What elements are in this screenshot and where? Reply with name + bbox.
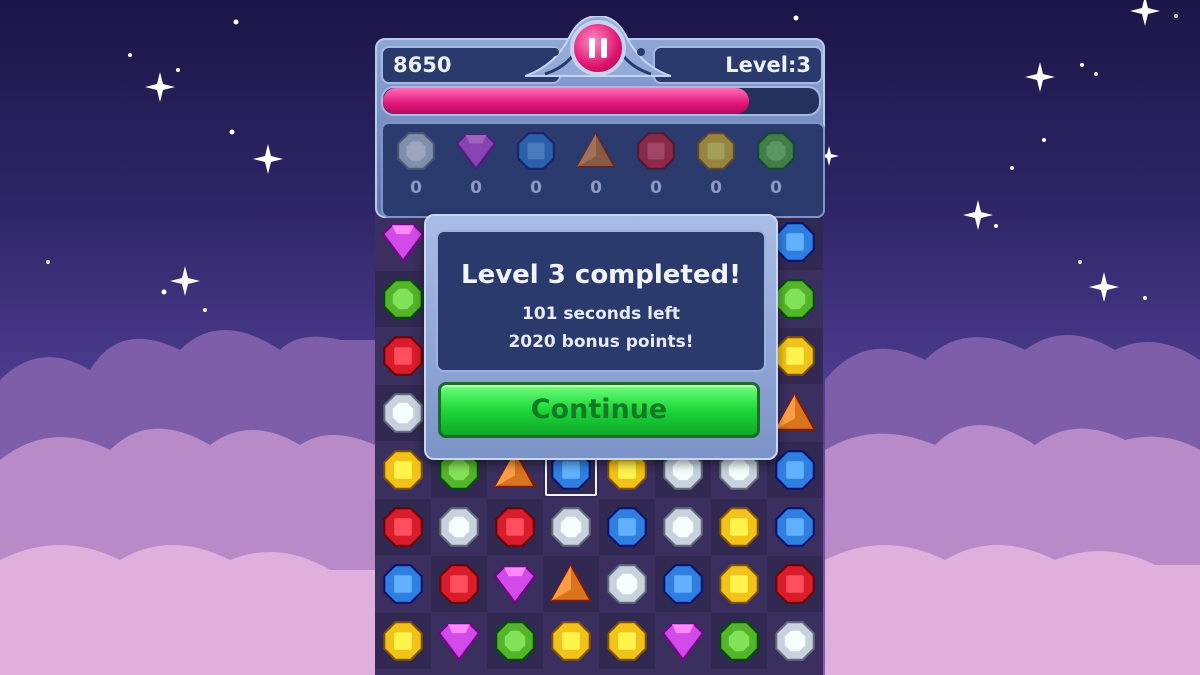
board-cell[interactable] [487, 613, 543, 669]
white-gem-icon [391, 130, 441, 172]
board-cell[interactable] [375, 499, 431, 555]
board-cell[interactable] [655, 499, 711, 555]
board-cell[interactable] [599, 556, 655, 612]
level-progress-bar [381, 86, 821, 116]
pause-icon [589, 38, 595, 58]
board-cell[interactable] [375, 271, 431, 327]
board-cell[interactable] [487, 499, 543, 555]
board-cell[interactable] [431, 613, 487, 669]
board-cell[interactable] [375, 214, 431, 270]
board-cell[interactable] [543, 499, 599, 555]
board-cell[interactable] [767, 499, 823, 555]
counter-green: 0 [751, 130, 801, 198]
counter-yellow: 0 [691, 130, 741, 198]
dialog-title: Level 3 completed! [461, 260, 741, 290]
counter-value: 0 [650, 178, 662, 198]
counter-value: 0 [710, 178, 722, 198]
red-gem-icon [631, 130, 681, 172]
board-cell[interactable] [375, 613, 431, 669]
blue-gem-icon [511, 130, 561, 172]
continue-button[interactable]: Continue [438, 382, 760, 438]
board-cell[interactable] [543, 613, 599, 669]
board-cell[interactable] [375, 385, 431, 441]
seconds-left-text: 101 seconds left [522, 304, 680, 324]
pause-button[interactable] [570, 20, 626, 76]
dialog-message-box: Level 3 completed! 101 seconds left 2020… [436, 230, 766, 372]
board-cell[interactable] [767, 556, 823, 612]
board-cell[interactable] [711, 556, 767, 612]
level-complete-dialog: Level 3 completed! 101 seconds left 2020… [424, 214, 778, 460]
board-cell[interactable] [431, 499, 487, 555]
board-cell[interactable] [711, 613, 767, 669]
board-cell[interactable] [655, 556, 711, 612]
counter-value: 0 [470, 178, 482, 198]
orange-gem-icon [571, 130, 621, 172]
board-cell[interactable] [487, 556, 543, 612]
yellow-gem-icon [691, 130, 741, 172]
bonus-points-text: 2020 bonus points! [508, 332, 694, 352]
counter-blue: 0 [511, 130, 561, 198]
board-cell[interactable] [599, 613, 655, 669]
board-cell[interactable] [375, 556, 431, 612]
board-cell[interactable] [655, 613, 711, 669]
board-cell[interactable] [711, 499, 767, 555]
board-cell[interactable] [431, 556, 487, 612]
green-gem-icon [751, 130, 801, 172]
level-display: Level:3 [653, 46, 823, 84]
counter-purple: 0 [451, 130, 501, 198]
board-cell[interactable] [767, 613, 823, 669]
board-cell[interactable] [375, 442, 431, 498]
board-cell[interactable] [599, 499, 655, 555]
counter-value: 0 [530, 178, 542, 198]
progress-fill [383, 88, 750, 114]
counter-orange: 0 [571, 130, 621, 198]
board-cell[interactable] [375, 328, 431, 384]
counter-value: 0 [410, 178, 422, 198]
counter-red: 0 [631, 130, 681, 198]
purple-gem-icon [451, 130, 501, 172]
counter-white: 0 [391, 130, 441, 198]
counter-value: 0 [770, 178, 782, 198]
counter-value: 0 [590, 178, 602, 198]
gem-counters: 0 0 0 0 0 0 0 [381, 122, 825, 218]
board-cell[interactable] [543, 556, 599, 612]
